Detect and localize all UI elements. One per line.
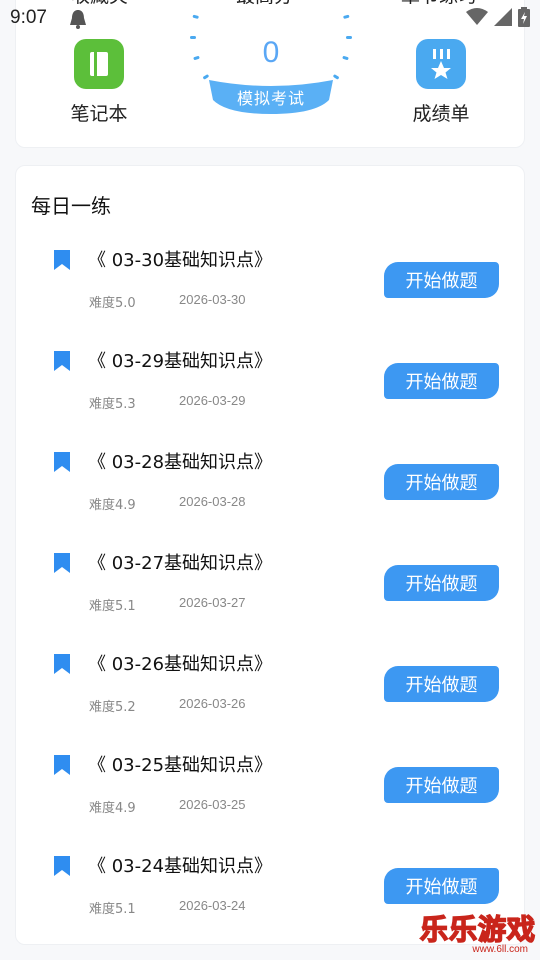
notebook-icon	[74, 39, 124, 89]
practice-item-difficulty: 难度4.9	[89, 801, 136, 816]
notebook-tile[interactable]: 笔记本	[54, 39, 144, 126]
bookmark-icon	[54, 553, 70, 573]
start-practice-button[interactable]: 开始做题	[384, 565, 499, 601]
report-card-label: 成绩单	[412, 103, 470, 125]
report-card-tile[interactable]: 成绩单	[396, 39, 486, 126]
wifi-icon	[466, 8, 488, 25]
practice-item: 《 03-25基础知识点》 难度4.9 2026-03-25 开始做题	[16, 755, 526, 855]
bookmark-icon	[54, 755, 70, 775]
practice-item-difficulty: 难度4.9	[89, 498, 136, 513]
start-practice-button[interactable]: 开始做题	[384, 363, 499, 399]
practice-item-title: 《 03-29基础知识点》	[88, 351, 273, 372]
daily-practice-card: 每日一练 《 03-30基础知识点》 难度5.0 2026-03-30 开始做题…	[15, 165, 525, 945]
practice-item-date: 2026-03-30	[179, 292, 246, 307]
bookmark-icon	[54, 250, 70, 270]
practice-item-title: 《 03-24基础知识点》	[88, 856, 273, 877]
practice-item: 《 03-30基础知识点》 难度5.0 2026-03-30 开始做题	[16, 250, 526, 350]
practice-item-date: 2026-03-29	[179, 393, 246, 408]
status-icons	[466, 7, 530, 27]
practice-item-difficulty: 难度5.0	[89, 296, 136, 311]
app-screen: 收藏夹 最高分 章节练习 0 模拟考试 笔记本	[0, 0, 540, 960]
daily-practice-title: 每日一练	[31, 194, 111, 218]
watermark-text: 乐乐游戏	[419, 912, 536, 947]
start-practice-button[interactable]: 开始做题	[384, 262, 499, 298]
practice-item: 《 03-26基础知识点》 难度5.2 2026-03-26 开始做题	[16, 654, 526, 754]
notification-icon	[70, 10, 86, 29]
practice-item-date: 2026-03-28	[179, 494, 246, 509]
practice-item-title: 《 03-28基础知识点》	[88, 452, 273, 473]
practice-item: 《 03-28基础知识点》 难度4.9 2026-03-28 开始做题	[16, 452, 526, 552]
watermark-url: www.6ll.com	[472, 944, 528, 955]
medal-icon	[416, 39, 466, 89]
practice-item-difficulty: 难度5.3	[89, 397, 136, 412]
practice-item-difficulty: 难度5.1	[89, 902, 136, 917]
practice-item-title: 《 03-30基础知识点》	[88, 250, 273, 271]
practice-item-title: 《 03-27基础知识点》	[88, 553, 273, 574]
start-practice-button[interactable]: 开始做题	[384, 666, 499, 702]
practice-item-date: 2026-03-27	[179, 595, 246, 610]
practice-item: 《 03-27基础知识点》 难度5.1 2026-03-27 开始做题	[16, 553, 526, 653]
notebook-label: 笔记本	[70, 103, 128, 125]
practice-item-title: 《 03-25基础知识点》	[88, 755, 273, 776]
bookmark-icon	[54, 654, 70, 674]
status-bar: 9:07	[0, 0, 540, 36]
bookmark-icon	[54, 351, 70, 371]
bookmark-icon	[54, 856, 70, 876]
mock-exam-label: 模拟考试	[236, 89, 305, 108]
site-watermark: 乐乐游戏 www.6ll.com	[419, 908, 538, 958]
practice-item-title: 《 03-26基础知识点》	[88, 654, 273, 675]
start-practice-button[interactable]: 开始做题	[384, 767, 499, 803]
practice-item-date: 2026-03-26	[179, 696, 246, 711]
practice-item-date: 2026-03-24	[179, 898, 246, 913]
battery-icon	[518, 7, 530, 27]
practice-item: 《 03-29基础知识点》 难度5.3 2026-03-29 开始做题	[16, 351, 526, 451]
start-practice-button[interactable]: 开始做题	[384, 868, 499, 904]
start-practice-button[interactable]: 开始做题	[384, 464, 499, 500]
practice-item-difficulty: 难度5.2	[89, 700, 136, 715]
practice-item-date: 2026-03-25	[179, 797, 246, 812]
status-time: 9:07	[10, 7, 47, 28]
bookmark-icon	[54, 452, 70, 472]
practice-item-difficulty: 难度5.1	[89, 599, 136, 614]
mock-exam-button[interactable]: 模拟考试	[203, 76, 339, 116]
signal-icon	[494, 8, 512, 26]
